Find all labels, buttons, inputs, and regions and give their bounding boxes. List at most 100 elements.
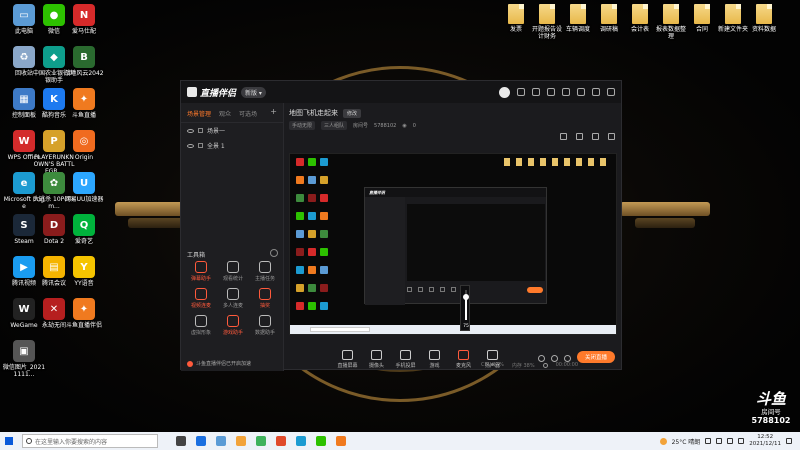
taskbar-search-input[interactable]: 在这里输入你要搜索的内容: [22, 434, 158, 448]
mic-volume-knob[interactable]: [463, 294, 469, 300]
scene-item[interactable]: 全景 1: [181, 138, 283, 153]
taskbar-app-icon[interactable]: [296, 436, 306, 446]
edit-room-button[interactable]: 修改: [343, 108, 362, 118]
taskbar-app-icon[interactable]: [236, 436, 246, 446]
tool-label: 数据助手: [254, 330, 275, 336]
start-button[interactable]: [0, 432, 18, 450]
app-icon: ▣: [13, 340, 35, 362]
desktop-file-label: 车辆调度: [565, 26, 590, 33]
avatar[interactable]: [499, 86, 510, 98]
room-category[interactable]: 手动无限: [289, 121, 316, 130]
desktop-icon[interactable]: ◎ Origin: [62, 130, 106, 161]
file-icon: [756, 4, 772, 24]
tool-button[interactable]: 数据助手: [249, 315, 281, 336]
desktop-icon-label: 微信图片_20211111...: [2, 364, 46, 378]
network-icon[interactable]: [716, 438, 723, 444]
lock-icon[interactable]: [198, 128, 203, 133]
preview-icon: [320, 302, 328, 310]
desktop-icon[interactable]: ✦ 斗鱼直播伴侣: [62, 298, 106, 329]
taskbar-app-icon[interactable]: [336, 436, 346, 446]
tool-button[interactable]: 虚拟形象: [185, 315, 217, 336]
layer-icon[interactable]: [576, 133, 583, 140]
weather-text[interactable]: 25°C 晴朗: [672, 437, 701, 446]
skin-icon[interactable]: [532, 88, 540, 96]
close-icon[interactable]: [607, 88, 615, 96]
taskbar-app-icon[interactable]: [276, 436, 286, 446]
status-bar: CPU 12% 内存 38% 00:00:00: [181, 359, 623, 371]
preview-icon: [308, 266, 316, 274]
maximize-icon[interactable]: [592, 88, 600, 96]
desktop-icon[interactable]: Y YY语音: [62, 256, 106, 287]
desktop-icon[interactable]: ▣ 微信图片_20211111...: [2, 340, 46, 378]
eye-icon[interactable]: [187, 143, 194, 148]
nested-bottom-bar: [407, 285, 545, 293]
tool-button[interactable]: 观看统计: [217, 261, 249, 282]
mic-volume-value: 75: [463, 324, 469, 329]
app-icon: N: [73, 4, 95, 26]
desktop-icon[interactable]: Q 爱奇艺: [62, 214, 106, 245]
preview-icon: [296, 248, 304, 256]
desktop-file-icon[interactable]: 报表数据整理: [655, 4, 687, 40]
mic-volume-slider[interactable]: 75: [460, 285, 470, 331]
watermark-brand: 斗鱼: [755, 390, 786, 408]
desktop-file-icon[interactable]: 新建文件夹: [717, 4, 749, 33]
tool-button[interactable]: 抽奖: [249, 288, 281, 309]
desktop-icon[interactable]: U 网易UU加速器: [62, 172, 106, 203]
settings-icon[interactable]: [562, 88, 570, 96]
ime-icon[interactable]: [738, 438, 745, 444]
taskbar-app-icon[interactable]: [216, 436, 226, 446]
desktop-icon[interactable]: ✦ 斗鱼直播: [62, 88, 106, 119]
tool-label: 主播任务: [254, 276, 275, 282]
settings-icon[interactable]: [608, 133, 615, 140]
version-badge[interactable]: 新版 ▾: [241, 86, 266, 98]
desktop-icon[interactable]: N 爱马仕配: [62, 4, 106, 35]
taskbar-app-icon[interactable]: [176, 436, 186, 446]
desktop-file-icon[interactable]: 会计表: [624, 4, 656, 33]
douyu-watermark: 斗鱼 房间号 5788102: [744, 390, 798, 426]
preview-icon: [320, 266, 328, 274]
tab-optional[interactable]: 可选场: [239, 109, 257, 118]
preview-icon: [308, 302, 316, 310]
eye-icon[interactable]: [187, 128, 194, 133]
tool-button[interactable]: 多人连麦: [217, 288, 249, 309]
left-panel: 场景管理 观众 可选场 + 场景一 全景 1 工具箱 弹幕助手 观看统计 主播任务视…: [181, 103, 284, 371]
taskbar-app-icon[interactable]: [256, 436, 266, 446]
lock-icon[interactable]: [198, 143, 203, 148]
tool-button[interactable]: 游戏助手: [217, 315, 249, 336]
taskbar-app-icon[interactable]: [196, 436, 206, 446]
add-scene-icon[interactable]: +: [270, 108, 277, 118]
stream-preview[interactable]: 直播伴侣: [289, 153, 617, 335]
app-icon: Q: [73, 214, 95, 236]
desktop-file-icon[interactable]: 资料数据: [748, 4, 780, 33]
app-icon: U: [73, 172, 95, 194]
tool-button[interactable]: 主播任务: [249, 261, 281, 282]
tool-button[interactable]: 视频连麦: [185, 288, 217, 309]
minimize-icon[interactable]: [577, 88, 585, 96]
desktop-file-icon[interactable]: 开题报告设计财务: [531, 4, 563, 40]
volume-icon[interactable]: [727, 438, 734, 444]
share-icon[interactable]: [592, 133, 599, 140]
toolbox-more-icon[interactable]: [270, 249, 278, 257]
room-tag[interactable]: 三人组队: [321, 121, 348, 130]
desktop-icon[interactable]: B 战地风云2042: [62, 46, 106, 77]
preview-icon: [296, 302, 304, 310]
tray-chevron-icon[interactable]: [705, 438, 712, 444]
preview-file-icon: [564, 158, 570, 166]
tab-scene-manage[interactable]: 场景管理: [187, 109, 211, 118]
desktop-file-icon[interactable]: 发票: [500, 4, 532, 33]
clock[interactable]: 12:52 2021/12/11: [749, 434, 781, 448]
notification-icon[interactable]: [786, 438, 792, 444]
tab-audience[interactable]: 观众: [219, 109, 231, 118]
tool-button[interactable]: 弹幕助手: [185, 261, 217, 282]
room-actions: [560, 133, 615, 140]
room-title[interactable]: 地图飞机走起来: [289, 108, 338, 118]
desktop-file-icon[interactable]: 调研稿: [593, 4, 625, 33]
desktop-file-icon[interactable]: 车辆调度: [562, 4, 594, 33]
scene-item[interactable]: 场景一: [181, 123, 283, 138]
taskbar-app-icon[interactable]: [316, 436, 326, 446]
feedback-icon[interactable]: [547, 88, 555, 96]
message-icon[interactable]: [517, 88, 525, 96]
lock-scene-icon[interactable]: [560, 133, 567, 140]
windows-taskbar: 在这里输入你要搜索的内容 25°C 晴朗 12:52 2021/12/11: [0, 432, 800, 450]
desktop-file-icon[interactable]: 合同: [686, 4, 718, 33]
